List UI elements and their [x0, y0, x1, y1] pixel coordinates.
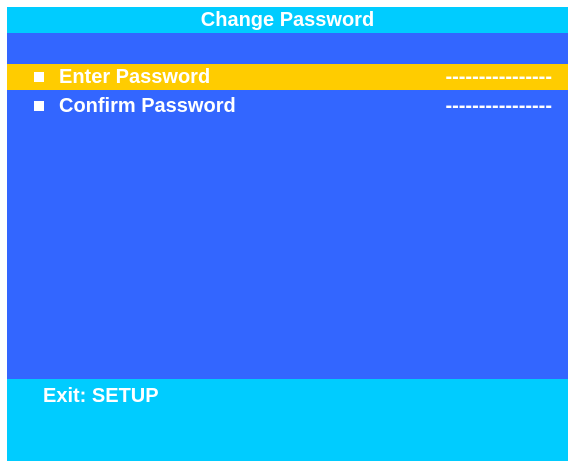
password-field-value[interactable]: ---------------- [445, 95, 552, 118]
password-field-value[interactable]: ---------------- [445, 66, 552, 89]
exit-hint: Exit: SETUP [43, 385, 159, 407]
page-title: Change Password [200, 9, 375, 31]
square-bullet-icon [34, 72, 44, 82]
menu-item-confirm-password[interactable]: Confirm Password ---------------- [7, 93, 568, 119]
title-bar: Change Password [7, 7, 568, 33]
square-bullet-icon [34, 101, 44, 111]
menu-item-label: Confirm Password [59, 94, 236, 117]
menu-item-label: Enter Password [59, 65, 211, 88]
menu-item-enter-password[interactable]: Enter Password ---------------- [7, 64, 568, 90]
footer-bar: Exit: SETUP [7, 379, 568, 461]
osd-screen: Change Password Enter Password ---------… [7, 7, 568, 461]
